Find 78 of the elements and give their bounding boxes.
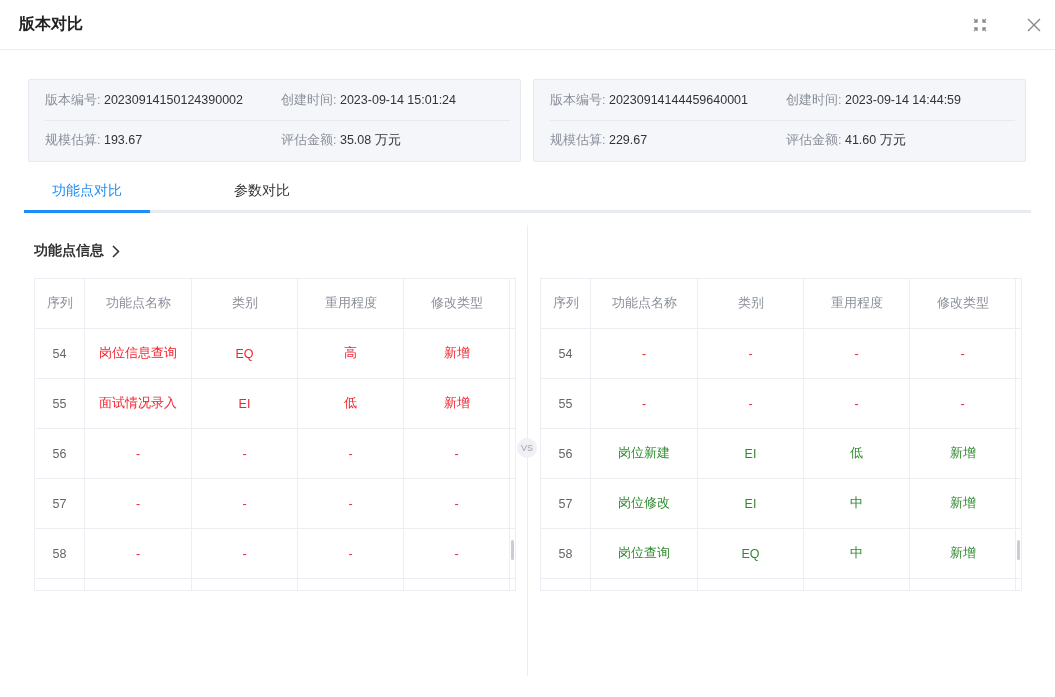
table-cell: 面试情况录入 bbox=[85, 379, 192, 429]
table-cell: 新增 bbox=[404, 379, 510, 429]
info-field: 评估金额: 35.08 万元 bbox=[281, 132, 510, 149]
table-cell: - bbox=[85, 429, 192, 479]
table-cell: 岗位信息查询 bbox=[85, 329, 192, 379]
table-cell: 新增 bbox=[910, 429, 1016, 479]
table-cell: 55 bbox=[541, 379, 591, 429]
close-icon[interactable] bbox=[1027, 17, 1041, 32]
table-cell: EI bbox=[698, 429, 804, 479]
tab[interactable]: 功能点对比 bbox=[24, 172, 150, 213]
table-cell: - bbox=[910, 379, 1016, 429]
column-header: 修改类型 bbox=[910, 279, 1016, 329]
table-cell: - bbox=[698, 379, 804, 429]
info-field: 版本编号: 20230914150124390002 bbox=[45, 91, 281, 109]
chevron-right-icon[interactable] bbox=[112, 244, 120, 258]
table-cell: - bbox=[591, 329, 698, 379]
table-cell: - bbox=[591, 379, 698, 429]
table-cell: 56 bbox=[35, 429, 85, 479]
table-cell: EQ bbox=[698, 529, 804, 579]
table-cell: 新增 bbox=[404, 329, 510, 379]
table-cell: - bbox=[298, 529, 404, 579]
column-header: 功能点名称 bbox=[85, 279, 192, 329]
info-field: 评估金额: 41.60 万元 bbox=[786, 132, 1015, 149]
table-cell: - bbox=[404, 479, 510, 529]
table-cell: 57 bbox=[35, 479, 85, 529]
column-header: 修改类型 bbox=[404, 279, 510, 329]
table-cell: - bbox=[85, 529, 192, 579]
table-cell: 岗位修改 bbox=[591, 479, 698, 529]
table-cell: 新增 bbox=[910, 529, 1016, 579]
info-field: 版本编号: 20230914144459640001 bbox=[550, 91, 786, 109]
table-cell: 低 bbox=[804, 429, 910, 479]
info-field: 规模估算: 229.67 bbox=[550, 132, 786, 149]
table-cell: 54 bbox=[541, 329, 591, 379]
column-header: 序列 bbox=[541, 279, 591, 329]
table-cell: - bbox=[298, 479, 404, 529]
info-field: 创建时间: 2023-09-14 14:44:59 bbox=[786, 91, 1015, 109]
section-title: 功能点信息 bbox=[34, 242, 104, 260]
vs-badge: VS bbox=[517, 438, 537, 458]
table-cell: - bbox=[85, 479, 192, 529]
column-header: 类别 bbox=[192, 279, 298, 329]
scrollbar-thumb[interactable] bbox=[1017, 540, 1020, 560]
table-cell: 55 bbox=[35, 379, 85, 429]
info-field: 规模估算: 193.67 bbox=[45, 132, 281, 149]
table-cell: - bbox=[298, 429, 404, 479]
column-header: 重用程度 bbox=[804, 279, 910, 329]
column-header: 序列 bbox=[35, 279, 85, 329]
table-cell: - bbox=[192, 429, 298, 479]
column-header: 功能点名称 bbox=[591, 279, 698, 329]
table-cell: 岗位新建 bbox=[591, 429, 698, 479]
table-cell: 新增 bbox=[910, 479, 1016, 529]
table-cell: EI bbox=[192, 379, 298, 429]
table-cell: - bbox=[910, 329, 1016, 379]
table-cell: - bbox=[698, 329, 804, 379]
table-cell: 54 bbox=[35, 329, 85, 379]
table-cell: 57 bbox=[541, 479, 591, 529]
table-cell: - bbox=[804, 379, 910, 429]
table-cell: - bbox=[192, 529, 298, 579]
table-cell: 岗位查询 bbox=[591, 529, 698, 579]
table-cell: 58 bbox=[541, 529, 591, 579]
fullscreen-icon[interactable] bbox=[973, 17, 987, 32]
dialog-title: 版本对比 bbox=[19, 14, 84, 34]
table-cell: 低 bbox=[298, 379, 404, 429]
info-field: 创建时间: 2023-09-14 15:01:24 bbox=[281, 91, 510, 109]
table-cell: - bbox=[404, 529, 510, 579]
column-header: 重用程度 bbox=[298, 279, 404, 329]
scrollbar-thumb[interactable] bbox=[511, 540, 514, 560]
table-cell: 中 bbox=[804, 529, 910, 579]
table-cell: 中 bbox=[804, 479, 910, 529]
column-header: 类别 bbox=[698, 279, 804, 329]
table-cell: EQ bbox=[192, 329, 298, 379]
table-cell: 56 bbox=[541, 429, 591, 479]
table-cell: - bbox=[804, 329, 910, 379]
table-cell: 高 bbox=[298, 329, 404, 379]
tab[interactable]: 参数对比 bbox=[150, 172, 374, 213]
table-cell: EI bbox=[698, 479, 804, 529]
table-cell: - bbox=[192, 479, 298, 529]
table-cell: - bbox=[404, 429, 510, 479]
table-cell: 58 bbox=[35, 529, 85, 579]
